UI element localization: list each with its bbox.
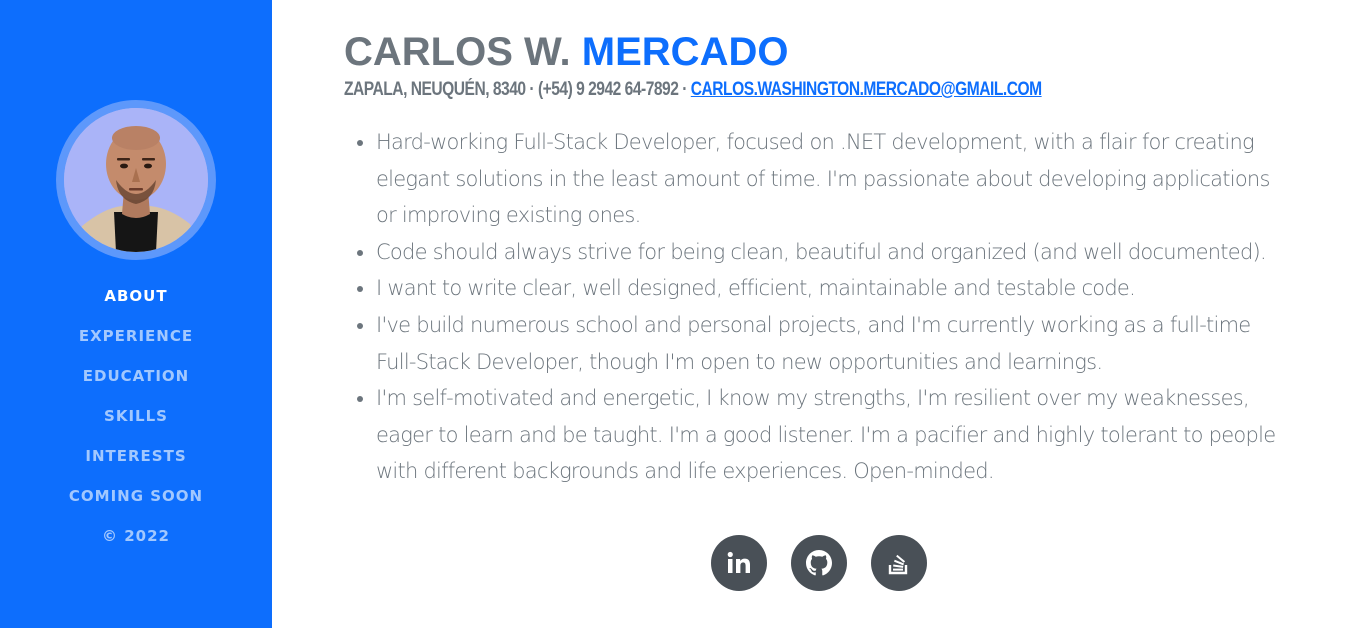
contact-line: ZAPALA, NEUQUÉN, 8340 · (+54) 9 2942 64-… xyxy=(344,78,1131,102)
nav-item-education[interactable]: Education xyxy=(0,356,272,396)
nav-item-coming-soon[interactable]: Coming Soon xyxy=(0,476,272,516)
sidebar-nav: About Experience Education Skills Intere… xyxy=(0,276,272,556)
last-name: MERCADO xyxy=(581,30,789,74)
linkedin-icon xyxy=(727,551,750,573)
first-name: CARLOS W. xyxy=(344,30,571,74)
about-item: I'm self-motivated and energetic, I know… xyxy=(376,380,1290,490)
avatar-photo xyxy=(64,108,208,252)
about-item: Hard-working Full-Stack Developer, focus… xyxy=(376,124,1290,234)
nav-item-interests[interactable]: Interests xyxy=(0,436,272,476)
page-title: CARLOS W. MERCADO xyxy=(344,26,1304,78)
about-list: Hard-working Full-Stack Developer, focus… xyxy=(344,124,1290,490)
email-link[interactable]: CARLOS.WASHINGTON.MERCADO@GMAIL.COM xyxy=(691,79,1042,100)
stackoverflow-icon xyxy=(888,554,908,575)
copyright: © 2022 xyxy=(102,527,170,545)
address-phone: ZAPALA, NEUQUÉN, 8340 · (+54) 9 2942 64-… xyxy=(344,79,687,100)
github-icon xyxy=(806,550,832,576)
about-item: Code should always strive for being clea… xyxy=(376,234,1290,271)
main-content: CARLOS W. MERCADO ZAPALA, NEUQUÉN, 8340 … xyxy=(344,26,1304,490)
nav-item-about[interactable]: About xyxy=(0,276,272,316)
github-button[interactable] xyxy=(791,535,847,591)
linkedin-button[interactable] xyxy=(711,535,767,591)
about-item: I want to write clear, well designed, ef… xyxy=(376,270,1290,307)
stackoverflow-button[interactable] xyxy=(871,535,927,591)
nav-item-skills[interactable]: Skills xyxy=(0,396,272,436)
avatar-ring xyxy=(56,100,216,260)
avatar xyxy=(64,108,208,252)
sidebar: About Experience Education Skills Intere… xyxy=(0,0,272,628)
nav-item-experience[interactable]: Experience xyxy=(0,316,272,356)
about-item: I've build numerous school and personal … xyxy=(376,307,1290,380)
